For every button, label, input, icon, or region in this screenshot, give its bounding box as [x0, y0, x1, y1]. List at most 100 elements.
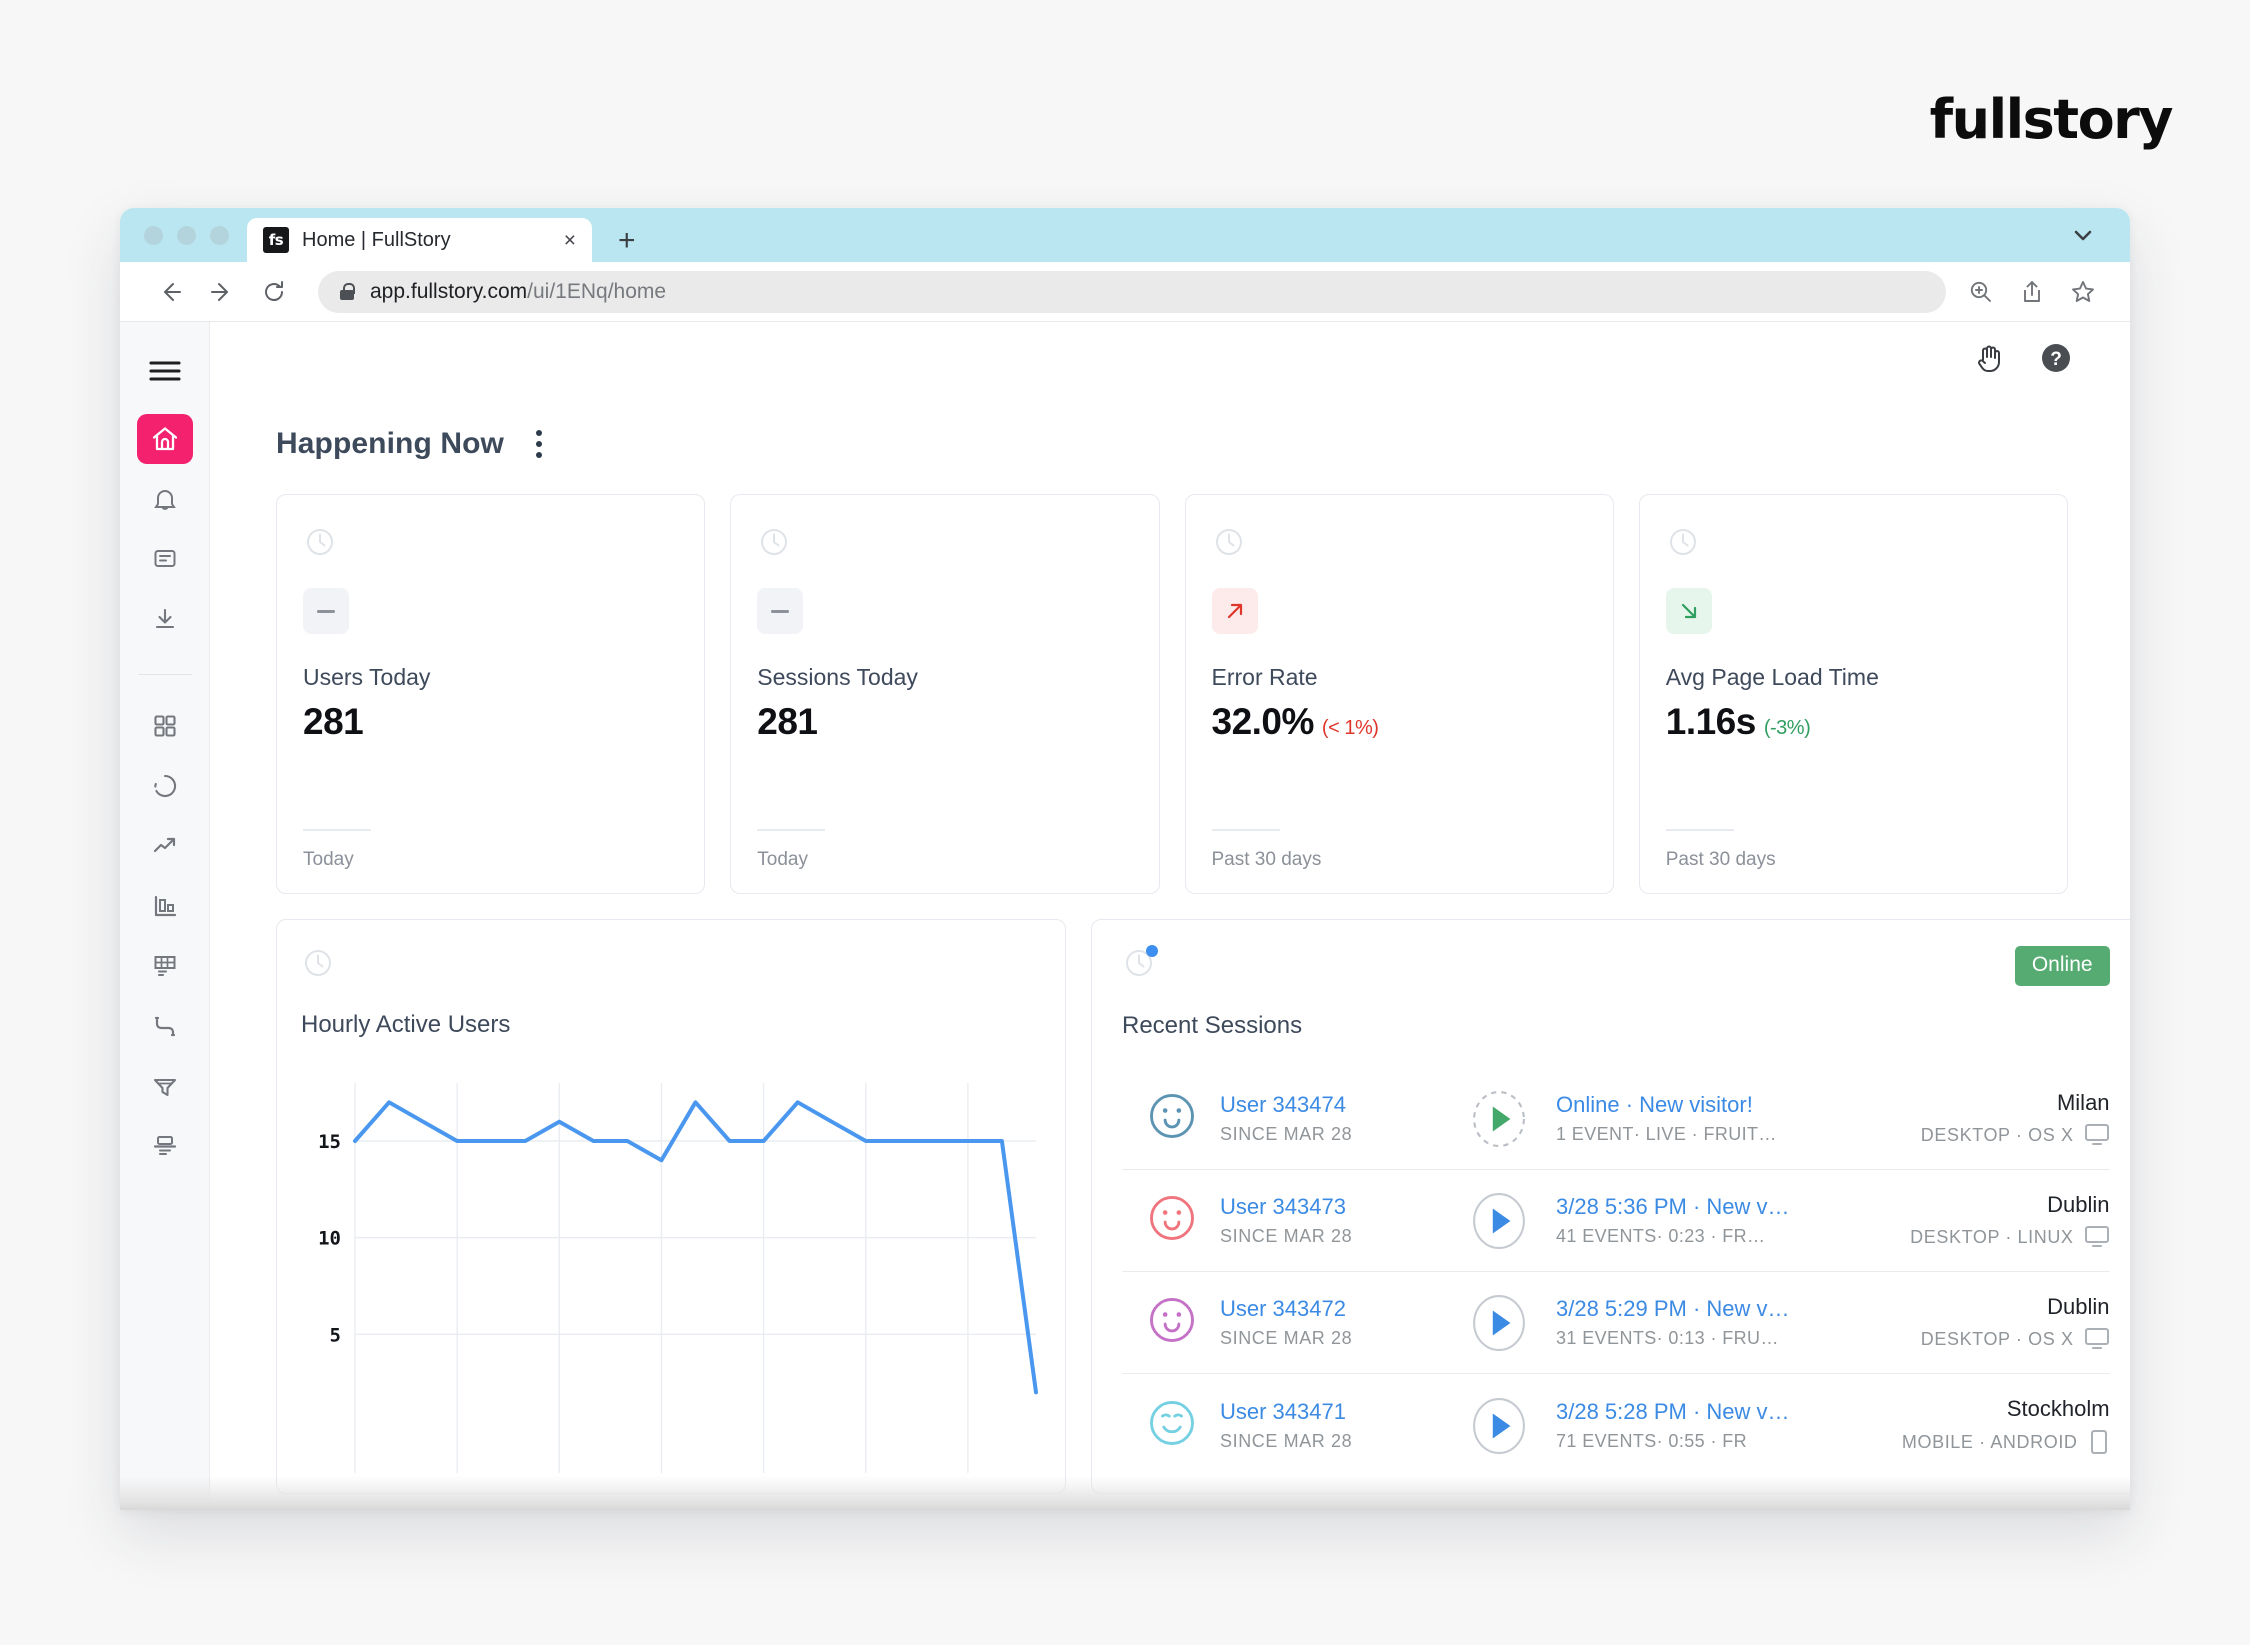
sidebar-item-metrics[interactable]: [137, 881, 193, 931]
line-chart[interactable]: 5 10 15: [301, 1073, 1041, 1493]
more-options-icon[interactable]: [526, 422, 552, 466]
url-path: /ui/1ENq/home: [527, 279, 667, 303]
url-bar[interactable]: app.fullstory.com/ui/1ENq/home: [318, 270, 1946, 313]
session-meta: 3/28 5:29 PM · New v… 31 EVENTS· 0:13 · F…: [1556, 1296, 1790, 1349]
sidebar-item-page-insights[interactable]: [137, 1121, 193, 1171]
app-body: ? Happening Now Users Today 281 Today Se…: [120, 322, 2130, 1510]
sidebar-divider: [137, 674, 192, 675]
session-device: DESKTOP · LINUX: [1790, 1225, 2110, 1249]
metric-period: Today: [757, 849, 808, 870]
divider: [303, 829, 371, 831]
metric-footer: Today: [757, 829, 1132, 871]
favicon-fullstory: fs: [263, 227, 289, 253]
session-city: Stockholm: [2006, 1396, 2110, 1421]
play-session-button[interactable]: [1470, 1397, 1556, 1454]
desktop-icon: [2084, 1328, 2109, 1349]
session-user-since: SINCE MAR 28: [1220, 1124, 1353, 1144]
forward-icon[interactable]: [200, 270, 244, 314]
session-user-name[interactable]: User 343473: [1220, 1194, 1470, 1220]
sidebar-item-downloads[interactable]: [137, 594, 193, 644]
session-title[interactable]: 3/28 5:28 PM · New v…: [1556, 1399, 1790, 1425]
session-location: Milan DESKTOP · OS X: [1790, 1090, 2110, 1147]
status-badge[interactable]: Online: [2014, 946, 2110, 986]
back-icon[interactable]: [148, 270, 192, 314]
zoom-in-icon[interactable]: [1968, 279, 1994, 305]
metric-footer: Past 30 days: [1665, 829, 2041, 871]
sidebar-item-segments[interactable]: [137, 761, 193, 811]
session-title[interactable]: 3/28 5:29 PM · New v…: [1556, 1296, 1790, 1322]
maximize-window-dot[interactable]: [210, 225, 229, 245]
trend-down-icon: [1665, 588, 1712, 634]
tab-title: Home | FullStory: [302, 228, 451, 251]
play-session-button[interactable]: [1470, 1294, 1556, 1351]
svg-text:?: ?: [2050, 349, 2062, 370]
metric-number: 281: [303, 701, 364, 742]
sidebar-item-heatmaps[interactable]: [137, 941, 193, 991]
metric-card-sessions-today[interactable]: Sessions Today 281 Today: [730, 494, 1160, 894]
menu-hamburger-icon[interactable]: [137, 346, 193, 396]
bookmark-star-icon[interactable]: [2070, 279, 2096, 305]
close-window-dot[interactable]: [144, 225, 163, 245]
clock-icon: [303, 525, 678, 564]
live-indicator-dot: [1146, 945, 1158, 957]
reload-icon[interactable]: [252, 270, 296, 314]
new-tab-button[interactable]: +: [618, 226, 636, 256]
page-title: Happening Now: [276, 427, 504, 460]
session-user-name[interactable]: User 343471: [1220, 1399, 1470, 1425]
session-user-name[interactable]: User 343472: [1220, 1296, 1470, 1322]
play-session-button[interactable]: [1470, 1090, 1556, 1147]
metric-value: 32.0% (< 1%): [1212, 701, 1587, 743]
sidebar-item-trends[interactable]: [137, 821, 193, 871]
session-user[interactable]: User 343473 SINCE MAR 28: [1220, 1194, 1470, 1247]
session-device-text: MOBILE · ANDROID: [1901, 1431, 2078, 1452]
divider: [1665, 829, 1734, 831]
lock-icon: [340, 283, 355, 300]
avatar-smiley-icon: [1146, 1192, 1198, 1249]
close-icon[interactable]: ×: [564, 230, 576, 251]
session-subtitle: 41 EVENTS· 0:23 · FR…: [1556, 1226, 1766, 1246]
fullstory-logo: fullstory: [1929, 88, 2174, 151]
metric-cards: Users Today 281 Today Sessions Today 281…: [276, 494, 2068, 894]
chart-y-tick-label: 10: [318, 1228, 341, 1250]
mobile-icon: [2090, 1430, 2107, 1454]
sidebar-item-journeys[interactable]: [137, 1001, 193, 1051]
session-row[interactable]: User 343473 SINCE MAR 28 3/28 5:36 PM · Ne…: [1122, 1170, 2110, 1272]
session-title[interactable]: Online · New visitor!: [1556, 1092, 1790, 1118]
browser-tab-active[interactable]: fs Home | FullStory ×: [247, 218, 592, 262]
hand-grab-icon[interactable]: [1972, 340, 2008, 376]
panel-header: [301, 946, 1041, 985]
session-user[interactable]: User 343472 SINCE MAR 28: [1220, 1296, 1470, 1349]
play-session-button[interactable]: [1470, 1192, 1556, 1249]
session-device: DESKTOP · OS X: [1790, 1327, 2110, 1351]
session-row[interactable]: User 343471 SINCE MAR 28 3/28 5:28 PM · Ne…: [1122, 1374, 2110, 1477]
session-device: DESKTOP · OS X: [1790, 1123, 2110, 1147]
share-icon[interactable]: [2020, 279, 2044, 305]
session-user-since: SINCE MAR 28: [1220, 1328, 1353, 1348]
session-row[interactable]: User 343474 SINCE MAR 28 Online · New visi…: [1122, 1068, 2110, 1170]
session-user[interactable]: User 343474 SINCE MAR 28: [1220, 1092, 1470, 1145]
url-domain: app.fullstory.com: [370, 279, 528, 303]
page-root: fullstory fs Home | FullStory × + app.fu…: [0, 0, 2250, 1645]
metric-card-error-rate[interactable]: Error Rate 32.0% (< 1%) Past 30 days: [1184, 494, 1614, 894]
sidebar-item-notes[interactable]: [137, 534, 193, 584]
session-city: Dublin: [2047, 1192, 2110, 1217]
sidebar-item-dashboards[interactable]: [137, 701, 193, 751]
metric-number: 1.16s: [1665, 701, 1757, 742]
metric-value: 281: [303, 701, 678, 743]
minimize-window-dot[interactable]: [177, 225, 196, 245]
hourly-active-users-panel: Hourly Active Users 5 10 15: [276, 919, 1066, 1494]
sidebar-item-home[interactable]: [136, 414, 193, 464]
metric-label: Avg Page Load Time: [1665, 664, 1879, 690]
session-row[interactable]: User 343472 SINCE MAR 28 3/28 5:29 PM · Ne…: [1122, 1272, 2110, 1374]
sidebar-item-notifications[interactable]: [137, 474, 193, 524]
metric-card-users-today[interactable]: Users Today 281 Today: [276, 494, 706, 894]
chevron-down-icon[interactable]: [2070, 228, 2096, 250]
app-topbar: ?: [210, 322, 2130, 394]
session-title[interactable]: 3/28 5:36 PM · New v…: [1556, 1194, 1790, 1220]
session-user[interactable]: User 343471 SINCE MAR 28: [1220, 1399, 1470, 1452]
metric-card-avg-page-load-time[interactable]: Avg Page Load Time 1.16s (-3%) Past 30 da…: [1638, 494, 2068, 894]
sidebar-item-funnels[interactable]: [137, 1061, 193, 1111]
metric-number: 32.0%: [1211, 701, 1315, 742]
session-user-name[interactable]: User 343474: [1220, 1092, 1470, 1118]
help-circle-icon[interactable]: ?: [2038, 340, 2074, 376]
